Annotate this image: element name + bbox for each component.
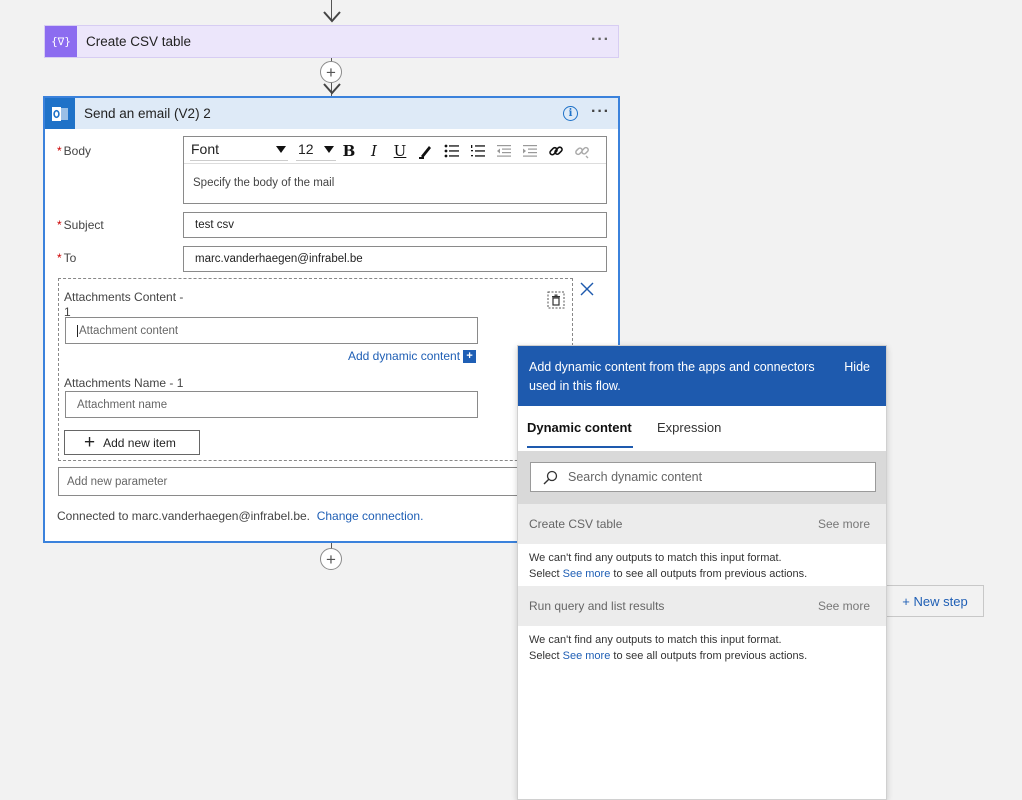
font-size-select[interactable]: 12 bbox=[296, 141, 336, 161]
increase-indent-icon[interactable] bbox=[520, 141, 540, 161]
font-select[interactable]: Font bbox=[190, 141, 288, 161]
subject-input[interactable]: test csv bbox=[183, 212, 607, 238]
create-csv-table-card[interactable]: {∇} Create CSV table ··· bbox=[44, 25, 619, 58]
data-operation-icon: {∇} bbox=[45, 26, 77, 57]
section-header: Run query and list results See more bbox=[518, 586, 886, 626]
card-title: Send an email (V2) 2 bbox=[84, 106, 211, 121]
see-more-inline-link[interactable]: See more bbox=[563, 650, 611, 662]
section-title: Create CSV table bbox=[529, 517, 623, 531]
card-header[interactable]: Send an email (V2) 2 i ··· bbox=[45, 98, 618, 129]
unlink-icon[interactable] bbox=[572, 141, 592, 161]
search-area: Search dynamic content bbox=[518, 451, 886, 504]
see-more-inline-link[interactable]: See more bbox=[563, 568, 611, 580]
tab-expression[interactable]: Expression bbox=[657, 420, 721, 435]
panel-header: Add dynamic content from the apps and co… bbox=[518, 346, 886, 406]
section-message: We can't find any outputs to match this … bbox=[529, 552, 808, 580]
underline-button[interactable]: U bbox=[390, 141, 410, 161]
insert-step-button[interactable]: + bbox=[320, 61, 342, 83]
more-options-icon[interactable]: ··· bbox=[591, 31, 610, 49]
add-dynamic-content-link[interactable]: Add dynamic content + bbox=[348, 349, 477, 364]
panel-tabs: Dynamic content Expression bbox=[518, 406, 886, 451]
more-options-icon[interactable]: ··· bbox=[591, 103, 610, 121]
dynamic-content-panel: Add dynamic content from the apps and co… bbox=[517, 345, 887, 800]
section-message: We can't find any outputs to match this … bbox=[529, 634, 808, 662]
info-icon[interactable]: i bbox=[563, 106, 578, 121]
numbered-list-icon[interactable] bbox=[468, 141, 488, 161]
attachment-item: Attachments Content - 1 Attachment conte… bbox=[58, 278, 573, 461]
section-title: Run query and list results bbox=[529, 599, 665, 613]
add-dynamic-icon: + bbox=[463, 350, 477, 364]
search-icon bbox=[543, 470, 558, 484]
delete-item-icon[interactable] bbox=[547, 291, 565, 312]
add-new-item-button[interactable]: + Add new item bbox=[64, 430, 200, 455]
search-input[interactable]: Search dynamic content bbox=[530, 462, 876, 492]
attachment-content-input[interactable]: Attachment content bbox=[65, 317, 478, 344]
hide-button[interactable]: Hide bbox=[844, 360, 870, 374]
body-editor[interactable]: Font 12 B I U Specify the body of the ma… bbox=[183, 136, 607, 204]
plus-icon: + bbox=[84, 432, 96, 453]
insert-step-button[interactable]: + bbox=[320, 548, 342, 570]
subject-label: * Subject bbox=[57, 218, 104, 232]
connection-info: Connected to marc.vanderhaegen@infrabel.… bbox=[57, 509, 424, 523]
highlight-icon[interactable] bbox=[416, 141, 436, 161]
link-icon[interactable] bbox=[546, 141, 566, 161]
card-title: Create CSV table bbox=[86, 34, 192, 49]
add-parameter-select[interactable]: Add new parameter bbox=[58, 467, 578, 496]
editor-toolbar: Font 12 B I U bbox=[184, 137, 606, 164]
italic-button[interactable]: I bbox=[364, 141, 384, 161]
arrow-down-icon bbox=[323, 11, 341, 23]
see-more-link[interactable]: See more bbox=[818, 517, 870, 531]
attachments-name-label: Attachments Name - 1 bbox=[64, 376, 184, 390]
active-tab-indicator bbox=[527, 446, 633, 448]
body-placeholder[interactable]: Specify the body of the mail bbox=[184, 164, 606, 189]
see-more-link[interactable]: See more bbox=[818, 599, 870, 613]
to-label: * To bbox=[57, 251, 77, 265]
change-connection-link[interactable]: Change connection. bbox=[317, 509, 424, 523]
decrease-indent-icon[interactable] bbox=[494, 141, 514, 161]
body-label: * Body bbox=[57, 144, 92, 158]
arrow-down-icon bbox=[323, 83, 341, 95]
attachment-name-input[interactable]: Attachment name bbox=[65, 391, 478, 418]
bullet-list-icon[interactable] bbox=[442, 141, 462, 161]
to-input[interactable]: marc.vanderhaegen@infrabel.be bbox=[183, 246, 607, 272]
tab-dynamic-content[interactable]: Dynamic content bbox=[527, 420, 632, 435]
new-step-button[interactable]: + New step bbox=[880, 585, 984, 617]
outlook-icon bbox=[45, 98, 75, 129]
close-icon[interactable] bbox=[580, 282, 594, 299]
section-header: Create CSV table See more bbox=[518, 504, 886, 544]
panel-message: Add dynamic content from the apps and co… bbox=[529, 360, 815, 393]
bold-button[interactable]: B bbox=[339, 141, 359, 161]
attachments-content-label: Attachments Content - 1 bbox=[64, 290, 184, 319]
